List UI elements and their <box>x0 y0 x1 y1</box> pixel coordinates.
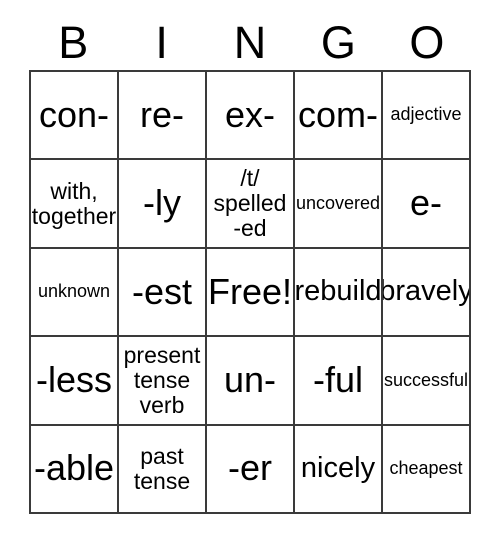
bingo-cell-label: present tense verb <box>123 342 201 418</box>
bingo-cell-label: -est <box>131 270 192 312</box>
bingo-cell-label: /t/ spelled -ed <box>213 165 287 241</box>
bingo-cell-n4[interactable]: un- <box>207 337 295 426</box>
bingo-cell-n5[interactable]: -er <box>207 425 295 514</box>
bingo-cell-g1[interactable]: com- <box>295 72 383 161</box>
bingo-cell-label: com- <box>298 93 378 135</box>
bingo-cell-label: -ful <box>312 358 363 400</box>
bingo-cell-label: bravely <box>383 275 471 308</box>
bingo-cell-label: -ly <box>143 182 181 224</box>
bingo-cell-label: nicely <box>300 452 376 485</box>
bingo-header-row: B I N G O <box>29 14 471 70</box>
bingo-cell-free-space[interactable]: Free! <box>207 248 295 338</box>
bingo-cell-b2[interactable]: with, together <box>31 160 119 249</box>
bingo-cell-label: e- <box>409 182 442 224</box>
bingo-cell-g2[interactable]: uncovered <box>295 160 383 249</box>
bingo-cell-b4[interactable]: -less <box>31 337 119 426</box>
bingo-cell-label: -able <box>33 447 115 489</box>
bingo-cell-label: with, together <box>31 177 117 229</box>
bingo-cell-label: -er <box>228 447 272 489</box>
bingo-cell-label: un- <box>223 358 277 400</box>
bingo-card: B I N G O con- re- ex- com- adjective wi… <box>0 0 500 544</box>
bingo-cell-label: re- <box>140 93 184 135</box>
bingo-cell-label: adjective <box>390 104 462 125</box>
bingo-cell-n1[interactable]: ex- <box>207 72 295 161</box>
bingo-header-letter-g: G <box>320 16 356 68</box>
bingo-cell-o5[interactable]: cheapest <box>383 425 471 514</box>
bingo-cell-b5[interactable]: -able <box>31 425 119 514</box>
bingo-cell-label: past tense <box>133 442 191 494</box>
bingo-cell-b3[interactable]: unknown <box>31 248 119 338</box>
bingo-grid: con- re- ex- com- adjective with, togeth… <box>29 70 471 514</box>
bingo-cell-label: unknown <box>37 281 111 302</box>
bingo-cell-label: uncovered <box>295 192 381 213</box>
bingo-cell-label: con- <box>38 93 110 135</box>
bingo-cell-label: rebuild <box>295 275 382 308</box>
bingo-cell-n2[interactable]: /t/ spelled -ed <box>207 160 295 249</box>
bingo-header-letter-b: B <box>58 16 89 68</box>
bingo-cell-i3[interactable]: -est <box>119 248 207 338</box>
bingo-header-letter-i: I <box>155 16 168 68</box>
bingo-cell-label: -less <box>35 358 112 400</box>
bingo-cell-o2[interactable]: e- <box>383 160 471 249</box>
bingo-cell-g4[interactable]: -ful <box>295 337 383 426</box>
bingo-header-letter-o: O <box>409 16 445 68</box>
bingo-header-letter-n: N <box>233 16 267 68</box>
bingo-cell-i2[interactable]: -ly <box>119 160 207 249</box>
bingo-free-space-label: Free! <box>207 270 293 312</box>
bingo-cell-g5[interactable]: nicely <box>295 425 383 514</box>
bingo-cell-i1[interactable]: re- <box>119 72 207 161</box>
bingo-cell-b1[interactable]: con- <box>31 72 119 161</box>
bingo-cell-i5[interactable]: past tense <box>119 425 207 514</box>
bingo-cell-o1[interactable]: adjective <box>383 72 471 161</box>
bingo-cell-o3[interactable]: bravely <box>383 248 471 338</box>
bingo-cell-i4[interactable]: present tense verb <box>119 337 207 426</box>
bingo-cell-o4[interactable]: successful <box>383 337 471 426</box>
bingo-cell-label: ex- <box>224 93 275 135</box>
bingo-cell-label: cheapest <box>389 458 463 479</box>
bingo-cell-g3[interactable]: rebuild <box>295 248 383 338</box>
bingo-cell-label: successful <box>383 369 469 390</box>
